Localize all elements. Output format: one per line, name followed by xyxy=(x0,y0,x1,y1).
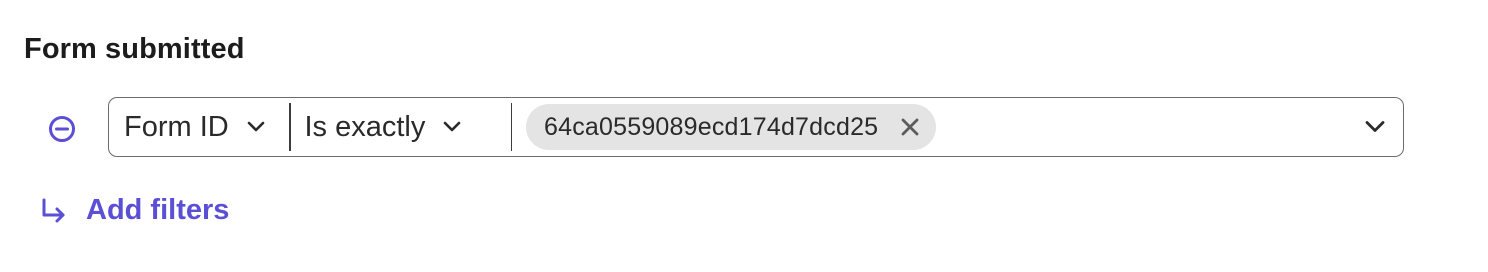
chevron-down-icon xyxy=(443,121,461,133)
chevron-down-icon xyxy=(247,121,265,133)
add-filters-button[interactable]: Add filters xyxy=(38,194,229,227)
add-filters-label: Add filters xyxy=(86,194,230,226)
value-chip: 64ca0559089ecd174d7dcd25 xyxy=(526,104,937,150)
field-select-label: Form ID xyxy=(124,110,229,143)
return-arrow-icon xyxy=(38,195,70,227)
section-title: Form submitted xyxy=(24,33,245,65)
operator-select[interactable]: Is exactly xyxy=(291,98,511,156)
minus-circle-icon xyxy=(49,116,75,142)
chevron-down-icon[interactable] xyxy=(1365,121,1385,134)
filter-row: Form ID Is exactly 64ca0559089ecd174d7dc… xyxy=(108,97,1404,157)
values-input[interactable]: 64ca0559089ecd174d7dcd25 xyxy=(512,98,1403,156)
operator-select-label: Is exactly xyxy=(304,110,426,143)
field-select[interactable]: Form ID xyxy=(109,98,289,156)
close-icon[interactable] xyxy=(900,117,920,137)
remove-filter-button[interactable] xyxy=(44,111,80,147)
value-chip-label: 64ca0559089ecd174d7dcd25 xyxy=(544,112,879,141)
